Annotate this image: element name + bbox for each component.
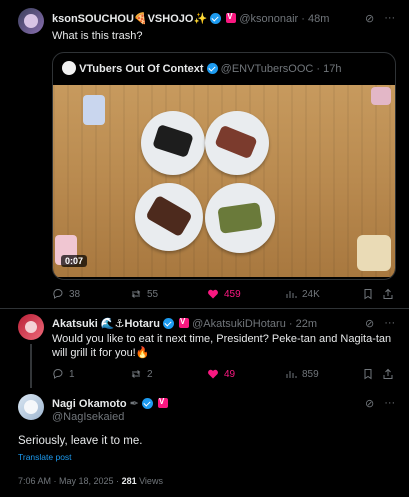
reply-count: 38 xyxy=(69,288,81,300)
thread-line xyxy=(30,344,32,388)
post-meta: 7:06 AM · May 18, 2025 · 281 Views xyxy=(18,476,163,486)
post-timestamp[interactable]: 7:06 AM · May 18, 2025 · xyxy=(18,476,122,486)
verified-badge-icon xyxy=(210,13,222,24)
video-thumbnail[interactable]: 0:07 xyxy=(53,85,395,277)
repost-icon xyxy=(131,370,141,378)
grok-icon[interactable]: ⊘ xyxy=(365,317,374,330)
avatar-nagi[interactable] xyxy=(18,394,44,420)
repost-button[interactable]: 2 xyxy=(130,368,153,380)
org-badge-icon xyxy=(226,12,237,23)
post-time[interactable]: · 22m xyxy=(289,318,317,330)
like-count: 459 xyxy=(224,288,241,300)
like-button[interactable]: 459 xyxy=(207,288,241,300)
more-icon[interactable]: ··· xyxy=(384,12,395,25)
repost-count: 55 xyxy=(147,288,159,300)
verified-badge-icon xyxy=(141,398,153,409)
reply-count: 1 xyxy=(69,368,75,380)
pen-emoji-icon: ✒ xyxy=(129,398,139,410)
reply-icon xyxy=(53,369,63,379)
author-handle[interactable]: @AkatsukiDHotaru xyxy=(192,318,286,330)
acrylic-figure-bottom-right xyxy=(357,235,391,271)
avatar-akatsuki[interactable] xyxy=(18,314,44,340)
verified-badge-icon xyxy=(206,63,218,74)
like-icon xyxy=(208,289,218,299)
org-badge-icon xyxy=(179,317,190,328)
plate-bottom-right xyxy=(205,183,275,253)
reply-button[interactable]: 38 xyxy=(52,288,80,300)
author-name[interactable]: Akatsuki 🌊⚓Hotaru xyxy=(52,318,160,330)
video-duration-badge: 0:07 xyxy=(61,255,88,267)
quoted-post[interactable]: VTubers Out Of Context @ENVTubersOOC · 1… xyxy=(52,52,396,280)
grok-icon[interactable]: ⊘ xyxy=(365,397,374,410)
author-handle[interactable]: @ksononair xyxy=(239,13,298,25)
translate-post-link[interactable]: Translate post xyxy=(18,452,72,462)
views-icon xyxy=(286,291,297,298)
like-count: 49 xyxy=(224,368,236,380)
avatar-kson[interactable] xyxy=(18,8,44,34)
bookmark-icon[interactable] xyxy=(362,368,374,380)
author-handle[interactable]: @NagIsekaied xyxy=(52,411,124,423)
share-icon[interactable] xyxy=(382,288,394,300)
org-badge-icon xyxy=(157,397,168,408)
post-text: Would you like to eat it next time, Pres… xyxy=(52,333,392,359)
views-button[interactable]: 859 xyxy=(285,368,319,380)
repost-button[interactable]: 55 xyxy=(130,288,158,300)
acrylic-figure-left xyxy=(83,95,105,125)
acrylic-figure-right-top xyxy=(371,87,391,105)
author-name[interactable]: Nagi Okamoto xyxy=(52,398,127,410)
share-icon[interactable] xyxy=(382,368,394,380)
reply-icon xyxy=(53,289,63,299)
views-button[interactable]: 24K xyxy=(285,288,320,300)
quoted-author-name[interactable]: VTubers Out Of Context xyxy=(79,63,203,75)
quoted-author-handle[interactable]: @ENVTubersOOC xyxy=(221,63,314,75)
post-text: What is this trash? xyxy=(52,30,143,42)
post-text: Seriously, leave it to me. xyxy=(18,435,143,447)
like-button[interactable]: 49 xyxy=(207,368,235,380)
grok-icon[interactable]: ⊘ xyxy=(365,12,374,25)
views-icon xyxy=(286,371,297,378)
repost-count: 2 xyxy=(147,368,153,380)
views-count: 24K xyxy=(302,288,320,300)
like-icon xyxy=(208,369,218,379)
avatar-vtubers-ooc xyxy=(62,61,76,75)
verified-badge-icon xyxy=(162,318,174,329)
divider xyxy=(0,308,409,309)
bookmark-icon[interactable] xyxy=(362,288,374,300)
plate-top-left xyxy=(141,111,205,175)
plate-top-right xyxy=(205,111,269,175)
repost-icon xyxy=(131,290,141,298)
more-icon[interactable]: ··· xyxy=(384,397,395,410)
post-time[interactable]: · 48m xyxy=(301,13,329,25)
author-name[interactable]: ksonSOUCHOU🍕VSHOJO✨ xyxy=(52,13,207,25)
reply-button[interactable]: 1 xyxy=(52,368,75,380)
views-label: Views xyxy=(136,476,163,486)
quoted-post-time: · 17h xyxy=(316,63,342,75)
more-icon[interactable]: ··· xyxy=(384,317,395,330)
plate-bottom-left xyxy=(135,183,203,251)
views-count: 859 xyxy=(302,368,319,380)
view-count: 281 xyxy=(121,476,137,486)
